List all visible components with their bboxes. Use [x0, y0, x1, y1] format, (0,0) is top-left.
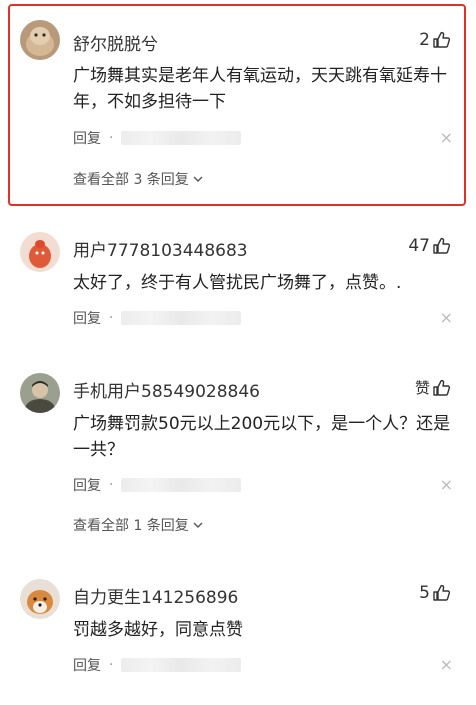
chevron-down-icon — [193, 176, 203, 182]
reply-button[interactable]: 回复 — [73, 655, 101, 675]
blurred-meta — [121, 478, 242, 492]
thumbs-up-icon — [433, 584, 451, 601]
separator-dot: · — [109, 310, 114, 326]
comment-meta: 回复 · × — [73, 655, 453, 675]
comment-text: 广场舞罚款50元以上200元以下，是一个人？还是一共？ — [73, 414, 451, 460]
close-icon[interactable]: × — [440, 308, 453, 328]
close-icon[interactable]: × — [440, 128, 453, 148]
blurred-meta — [121, 131, 242, 145]
separator-dot: · — [109, 657, 114, 673]
avatar[interactable] — [20, 20, 60, 60]
comment-text: 罚越多越好，同意点赞 — [73, 620, 243, 640]
close-icon[interactable]: × — [440, 655, 453, 675]
view-all-label: 查看全部 3 条回复 — [73, 172, 189, 188]
blurred-meta — [121, 658, 242, 672]
close-icon[interactable]: × — [440, 475, 453, 495]
reply-button[interactable]: 回复 — [73, 308, 101, 328]
like-label: 赞 — [414, 379, 430, 397]
comment-meta: 回复 · × — [73, 308, 453, 328]
commenter-name[interactable]: 用户7778103448683 — [73, 236, 248, 261]
view-all-label: 查看全部 1 条回复 — [73, 518, 189, 534]
commenter-name[interactable]: 自力更生141256896 — [73, 583, 238, 608]
avatar-image-icon — [20, 373, 60, 413]
like-count: 5 — [419, 583, 430, 603]
comment-text: 太好了，终于有人管扰民广场舞了，点赞。. — [73, 273, 402, 293]
commenter-name[interactable]: 手机用户58549028846 — [73, 377, 260, 402]
comment-meta: 回复 · × — [73, 475, 453, 495]
blurred-meta — [121, 311, 242, 325]
avatar-image-icon — [20, 232, 60, 272]
chevron-down-icon — [193, 522, 203, 528]
view-all-replies-button[interactable]: 查看全部 1 条回复 — [73, 515, 204, 535]
like-button[interactable]: 赞 — [415, 377, 452, 398]
separator-dot: · — [109, 477, 114, 493]
comment-text: 广场舞其实是老年人有氧运动，天天跳有氧延寿十年，不如多担待一下 — [73, 66, 447, 112]
thumbs-up-icon — [433, 31, 451, 48]
thumbs-up-icon — [433, 237, 451, 254]
commenter-name[interactable]: 舒尔脱脱兮 — [73, 30, 158, 55]
avatar[interactable] — [20, 373, 60, 413]
view-all-replies-button[interactable]: 查看全部 3 条回复 — [73, 169, 204, 189]
like-button[interactable]: 47 — [408, 236, 452, 256]
comment-meta: 回复 · × — [73, 128, 453, 148]
avatar[interactable] — [20, 232, 60, 272]
reply-button[interactable]: 回复 — [73, 128, 101, 148]
like-button[interactable]: 2 — [419, 30, 452, 50]
separator-dot: · — [109, 130, 114, 146]
like-button[interactable]: 5 — [419, 583, 452, 603]
avatar[interactable] — [20, 579, 60, 619]
avatar-image-icon — [20, 579, 60, 619]
reply-button[interactable]: 回复 — [73, 475, 101, 495]
avatar-image-icon — [20, 20, 60, 60]
thumbs-up-icon — [433, 379, 451, 396]
like-count: 2 — [419, 30, 430, 50]
like-count: 47 — [408, 236, 430, 256]
